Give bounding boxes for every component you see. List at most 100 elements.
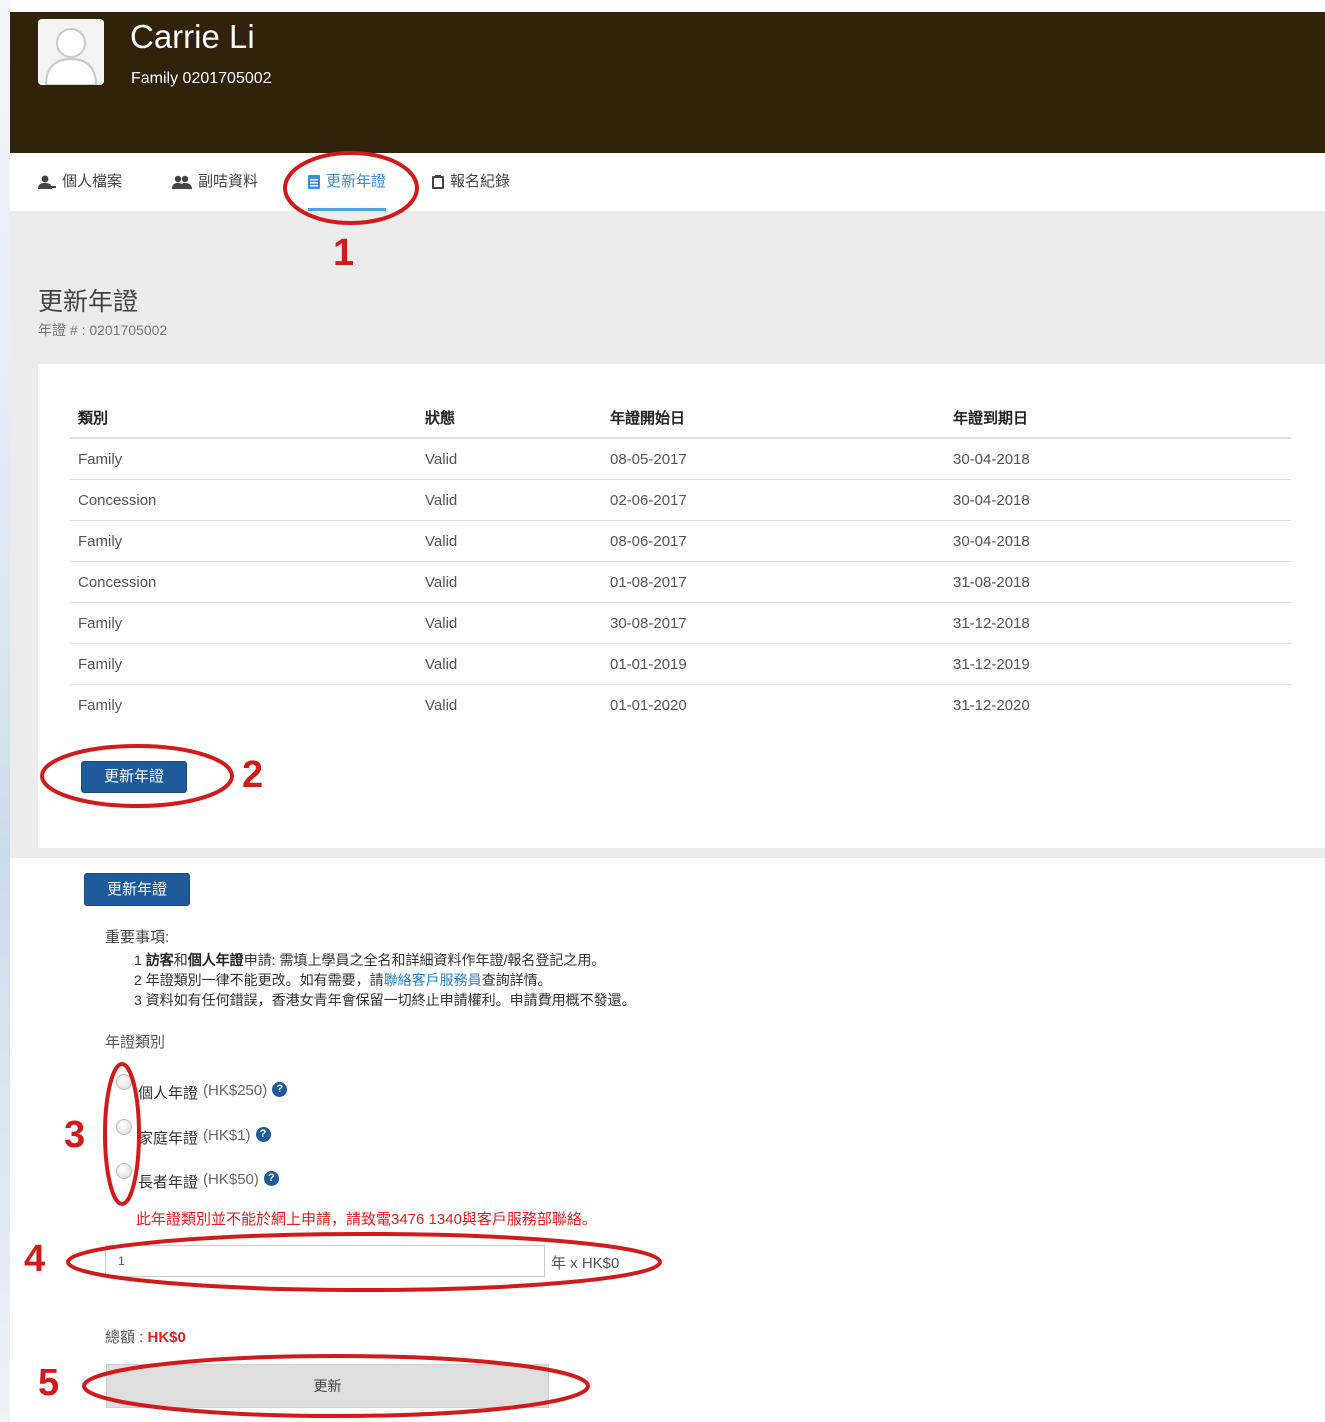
radio-senior[interactable] bbox=[116, 1163, 132, 1179]
table-cell: Family bbox=[70, 520, 417, 562]
help-icon[interactable]: ? bbox=[255, 1127, 271, 1142]
membership-table: 類別 狀態 年證開始日 年證到期日 Family Valid 08-05-201… bbox=[70, 398, 1291, 725]
note-bold-visitor: 訪客 bbox=[145, 952, 174, 968]
table-cell: 30-04-2018 bbox=[945, 438, 1291, 480]
left-decor-strip bbox=[0, 0, 10, 1422]
page-subtitle: 年證 # : 0201705002 bbox=[38, 322, 168, 338]
clipboard-icon bbox=[432, 175, 444, 189]
table-cell: 30-08-2017 bbox=[602, 602, 945, 644]
tab-renew-label: 更新年證 bbox=[326, 173, 387, 190]
total-label: 總額 : bbox=[105, 1329, 148, 1346]
table-cell: Family bbox=[70, 602, 417, 644]
table-cell: 31-08-2018 bbox=[945, 561, 1291, 603]
table-cell: 31-12-2018 bbox=[945, 602, 1291, 644]
renew-form-header-button[interactable]: 更新年證 bbox=[84, 873, 190, 906]
document-icon bbox=[308, 175, 320, 189]
note-line-2: 2 年證類別一律不能更改。如有需要，請聯絡客戶服務員查詢詳情。 bbox=[134, 972, 552, 988]
table-cell: Valid bbox=[425, 696, 458, 714]
tab-renew[interactable]: 更新年證 bbox=[308, 153, 387, 211]
table-cell: 08-06-2017 bbox=[602, 520, 945, 562]
years-quantity-input[interactable] bbox=[105, 1245, 545, 1277]
table-row: Family Valid 01-01-2020 31-12-2020 bbox=[70, 685, 1291, 726]
column-header: 年證到期日 bbox=[945, 398, 1291, 439]
table-row: Family Valid 30-08-2017 31-12-2018 bbox=[70, 602, 1291, 644]
table-cell: 30-04-2018 bbox=[945, 520, 1291, 562]
table-cell: Valid bbox=[417, 438, 602, 480]
users-icon bbox=[172, 175, 192, 189]
table-cell: 31-12-2020 bbox=[953, 696, 1030, 714]
total-value: HK$0 bbox=[147, 1329, 186, 1346]
option-senior-label: 長者年證 bbox=[138, 1174, 199, 1191]
annotation-number: 2 bbox=[242, 754, 264, 796]
annotation-number: 4 bbox=[24, 1238, 46, 1280]
notes-title: 重要事項: bbox=[105, 929, 170, 946]
option-senior-price: (HK$50) bbox=[203, 1171, 259, 1188]
membership-type-label: 年證類別 bbox=[105, 1034, 166, 1051]
tab-profile-label: 個人檔案 bbox=[62, 173, 123, 190]
table-row: Concession Valid 02-06-2017 30-04-2018 bbox=[70, 479, 1291, 521]
column-header: 狀態 bbox=[417, 398, 602, 439]
tab-registration-record-label: 報名紀錄 bbox=[450, 173, 511, 190]
option-family-label: 家庭年證 bbox=[138, 1130, 199, 1147]
table-cell: Concession bbox=[70, 479, 417, 521]
table-cell: 30-04-2018 bbox=[945, 479, 1291, 521]
option-personal-label: 個人年證 bbox=[138, 1085, 199, 1102]
membership-number: Family 0201705002 bbox=[131, 70, 272, 87]
tab-profile[interactable]: 個人檔案 bbox=[38, 153, 122, 211]
table-cell: Family bbox=[70, 643, 417, 685]
tab-sub-card-label: 副咭資料 bbox=[198, 173, 259, 190]
table-cell: Valid bbox=[417, 479, 602, 521]
avatar bbox=[38, 19, 104, 85]
profile-header: Carrie Li Family 0201705002 bbox=[10, 12, 1325, 153]
annotation-number: 1 bbox=[333, 232, 355, 274]
option-family-price: (HK$1) bbox=[203, 1127, 251, 1144]
table-cell: 01-08-2017 bbox=[602, 561, 945, 603]
table-cell: Valid bbox=[417, 520, 602, 562]
option-personal: 個人年證 (HK$250) ? bbox=[116, 1074, 288, 1103]
tab-sub-card[interactable]: 副咭資料 bbox=[172, 153, 258, 211]
column-header: 類別 bbox=[70, 398, 417, 439]
membership-history-card: 類別 狀態 年證開始日 年證到期日 Family Valid 08-05-201… bbox=[38, 364, 1325, 848]
radio-personal[interactable] bbox=[116, 1074, 132, 1090]
option-family: 家庭年證 (HK$1) ? bbox=[116, 1119, 271, 1148]
note-line-1: 1 訪客和個人年證申請: 需填上學員之全名和詳細資料作年證/報名登記之用。 bbox=[134, 952, 606, 968]
table-cell: Family bbox=[78, 696, 123, 714]
page-title: 更新年證 bbox=[38, 288, 139, 316]
user-icon bbox=[38, 175, 56, 189]
quantity-price-suffix: 年 x HK$0 bbox=[551, 1255, 620, 1272]
table-row: Concession Valid 01-08-2017 31-08-2018 bbox=[70, 561, 1291, 603]
renew-membership-button[interactable]: 更新年證 bbox=[81, 761, 187, 793]
note-bold-personal: 個人年證 bbox=[187, 952, 244, 968]
radio-family[interactable] bbox=[116, 1119, 132, 1135]
table-row: Family Valid 01-01-2019 31-12-2019 bbox=[70, 643, 1291, 685]
total-amount: 總額 : HK$0 bbox=[105, 1326, 186, 1347]
table-cell: 02-06-2017 bbox=[602, 479, 945, 521]
annotation-number: 5 bbox=[38, 1362, 60, 1404]
table-cell: Valid bbox=[417, 602, 602, 644]
option-personal-price: (HK$250) bbox=[203, 1082, 268, 1099]
table-cell: 08-05-2017 bbox=[602, 438, 945, 480]
column-header: 年證開始日 bbox=[602, 398, 945, 439]
table-row: Family Valid 08-05-2017 30-04-2018 bbox=[70, 438, 1291, 480]
help-icon[interactable]: ? bbox=[272, 1082, 288, 1097]
note-line-3: 3 資料如有任何錯誤，香港女青年會保留一切終止申請權利。申請費用概不發還。 bbox=[134, 992, 636, 1008]
table-cell: Valid bbox=[417, 643, 602, 685]
profile-tabs: 個人檔案 副咭資料 更新年證 報名紀錄 bbox=[10, 153, 1325, 211]
avatar-placeholder-icon bbox=[38, 19, 104, 85]
table-cell: Valid bbox=[417, 561, 602, 603]
submit-update-button[interactable]: 更新 bbox=[106, 1364, 549, 1408]
help-icon[interactable]: ? bbox=[263, 1171, 279, 1186]
user-name: Carrie Li bbox=[130, 18, 255, 55]
table-cell: 01-01-2019 bbox=[602, 643, 945, 685]
table-cell: Concession bbox=[70, 561, 417, 603]
table-row: Family Valid 08-06-2017 30-04-2018 bbox=[70, 520, 1291, 562]
table-cell: 01-01-2020 bbox=[610, 696, 687, 714]
warning-message: 此年證類別並不能於網上申請，請致電3476 1340與客戶服務部聯絡。 bbox=[136, 1211, 597, 1228]
contact-support-link[interactable]: 聯絡客戶服務員 bbox=[384, 972, 482, 988]
tab-registration-record[interactable]: 報名紀錄 bbox=[432, 153, 510, 211]
annotation-number: 3 bbox=[64, 1114, 86, 1156]
table-cell: Family bbox=[70, 438, 417, 480]
table-header-row: 類別 狀態 年證開始日 年證到期日 bbox=[70, 398, 1291, 439]
option-senior: 長者年證 (HK$50) ? bbox=[116, 1163, 279, 1192]
table-cell: 31-12-2019 bbox=[945, 643, 1291, 685]
